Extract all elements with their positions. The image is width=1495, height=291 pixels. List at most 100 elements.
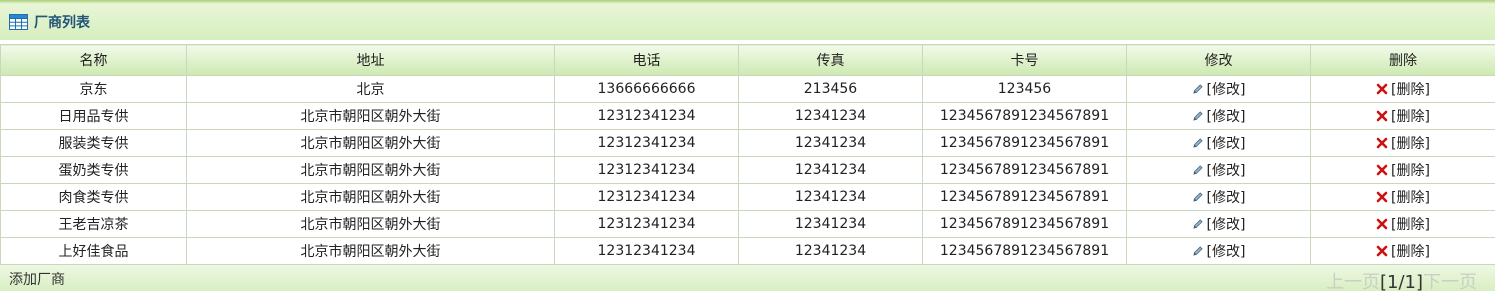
delete-x-icon bbox=[1376, 137, 1388, 149]
cell-card: 1234567891234567891 bbox=[922, 156, 1127, 184]
cell-phone: 12312341234 bbox=[554, 129, 739, 157]
delete-button[interactable]: [删除] bbox=[1376, 160, 1430, 180]
cell-card: 1234567891234567891 bbox=[922, 102, 1127, 130]
cell-card: 123456 bbox=[922, 75, 1127, 103]
cell-edit: [修改] bbox=[1126, 75, 1311, 103]
page-indicator: [1/1] bbox=[1379, 272, 1423, 291]
pencil-icon bbox=[1192, 245, 1204, 257]
edit-label: [修改] bbox=[1206, 244, 1246, 260]
pencil-icon bbox=[1192, 110, 1204, 122]
edit-label: [修改] bbox=[1206, 190, 1246, 206]
cell-edit: [修改] bbox=[1126, 237, 1311, 265]
edit-label: [修改] bbox=[1206, 217, 1246, 233]
vendor-table: 名称 地址 电话 传真 卡号 修改 删除 京东 北京 13666666666 2134… bbox=[0, 44, 1495, 265]
cell-phone: 13666666666 bbox=[554, 75, 739, 103]
cell-name: 王老吉凉茶 bbox=[0, 210, 187, 238]
cell-phone: 12312341234 bbox=[554, 210, 739, 238]
cell-address: 北京市朝阳区朝外大街 bbox=[186, 183, 555, 211]
cell-delete: [删除] bbox=[1310, 183, 1495, 211]
cell-delete: [删除] bbox=[1310, 75, 1495, 103]
cell-delete: [删除] bbox=[1310, 156, 1495, 184]
delete-button[interactable]: [删除] bbox=[1376, 133, 1430, 153]
table-footer: 添加厂商 上一页 [1/1] 下一页 bbox=[0, 265, 1495, 291]
cell-fax: 12341234 bbox=[738, 129, 923, 157]
delete-button[interactable]: [删除] bbox=[1376, 214, 1430, 234]
cell-fax: 12341234 bbox=[738, 156, 923, 184]
column-header-name: 名称 bbox=[0, 44, 187, 76]
cell-name: 肉食类专供 bbox=[0, 183, 187, 211]
cell-name: 上好佳食品 bbox=[0, 237, 187, 265]
cell-fax: 12341234 bbox=[738, 210, 923, 238]
cell-phone: 12312341234 bbox=[554, 237, 739, 265]
cell-edit: [修改] bbox=[1126, 183, 1311, 211]
add-vendor-link[interactable]: 添加厂商 bbox=[9, 269, 65, 289]
table-row: 上好佳食品 北京市朝阳区朝外大街 12312341234 12341234 123456… bbox=[0, 237, 1495, 265]
delete-button[interactable]: [删除] bbox=[1376, 79, 1430, 99]
edit-button[interactable]: [修改] bbox=[1192, 214, 1246, 234]
cell-phone: 12312341234 bbox=[554, 102, 739, 130]
pencil-icon bbox=[1192, 137, 1204, 149]
edit-label: [修改] bbox=[1206, 163, 1246, 179]
delete-x-icon bbox=[1376, 218, 1388, 230]
panel-title: 厂商列表 bbox=[34, 15, 90, 31]
delete-button[interactable]: [删除] bbox=[1376, 241, 1430, 261]
table-icon bbox=[9, 14, 28, 30]
cell-edit: [修改] bbox=[1126, 210, 1311, 238]
cell-address: 北京市朝阳区朝外大街 bbox=[186, 102, 555, 130]
next-page-link[interactable]: 下一页 bbox=[1423, 274, 1477, 291]
delete-button[interactable]: [删除] bbox=[1376, 187, 1430, 207]
delete-button[interactable]: [删除] bbox=[1376, 106, 1430, 126]
edit-button[interactable]: [修改] bbox=[1192, 79, 1246, 99]
cell-name: 京东 bbox=[0, 75, 187, 103]
cell-phone: 12312341234 bbox=[554, 183, 739, 211]
cell-name: 日用品专供 bbox=[0, 102, 187, 130]
pencil-icon bbox=[1192, 218, 1204, 230]
pencil-icon bbox=[1192, 191, 1204, 203]
column-header-phone: 电话 bbox=[554, 44, 739, 76]
cell-edit: [修改] bbox=[1126, 156, 1311, 184]
edit-button[interactable]: [修改] bbox=[1192, 160, 1246, 180]
cell-fax: 12341234 bbox=[738, 237, 923, 265]
cell-card: 1234567891234567891 bbox=[922, 183, 1127, 211]
delete-label: [删除] bbox=[1391, 136, 1430, 152]
cell-fax: 213456 bbox=[738, 75, 923, 103]
table-row: 日用品专供 北京市朝阳区朝外大街 12312341234 12341234 123456… bbox=[0, 102, 1495, 130]
delete-x-icon bbox=[1376, 110, 1388, 122]
prev-page-link[interactable]: 上一页 bbox=[1326, 274, 1380, 291]
cell-fax: 12341234 bbox=[738, 183, 923, 211]
cell-address: 北京市朝阳区朝外大街 bbox=[186, 129, 555, 157]
edit-label: [修改] bbox=[1206, 82, 1246, 98]
edit-button[interactable]: [修改] bbox=[1192, 106, 1246, 126]
table-row: 京东 北京 13666666666 213456 123456 [修改] [删除] bbox=[0, 75, 1495, 103]
table-row: 蛋奶类专供 北京市朝阳区朝外大街 12312341234 12341234 123456… bbox=[0, 156, 1495, 184]
edit-button[interactable]: [修改] bbox=[1192, 187, 1246, 207]
delete-x-icon bbox=[1376, 245, 1388, 257]
column-header-fax: 传真 bbox=[738, 44, 923, 76]
cell-address: 北京 bbox=[186, 75, 555, 103]
cell-card: 1234567891234567891 bbox=[922, 210, 1127, 238]
cell-delete: [删除] bbox=[1310, 129, 1495, 157]
column-header-edit: 修改 bbox=[1126, 44, 1311, 76]
column-header-card: 卡号 bbox=[922, 44, 1127, 76]
panel-header: 厂商列表 bbox=[0, 4, 1495, 40]
delete-x-icon bbox=[1376, 191, 1388, 203]
cell-delete: [删除] bbox=[1310, 210, 1495, 238]
cell-phone: 12312341234 bbox=[554, 156, 739, 184]
delete-x-icon bbox=[1376, 83, 1388, 95]
table-row: 王老吉凉茶 北京市朝阳区朝外大街 12312341234 12341234 123456… bbox=[0, 210, 1495, 238]
delete-label: [删除] bbox=[1391, 82, 1430, 98]
edit-button[interactable]: [修改] bbox=[1192, 133, 1245, 153]
cell-address: 北京市朝阳区朝外大街 bbox=[186, 210, 555, 238]
delete-label: [删除] bbox=[1391, 190, 1430, 206]
delete-label: [删除] bbox=[1391, 244, 1430, 260]
cell-edit: [修改] bbox=[1126, 102, 1311, 130]
delete-label: [删除] bbox=[1391, 109, 1430, 125]
edit-button[interactable]: [修改] bbox=[1192, 241, 1246, 261]
pencil-icon bbox=[1192, 83, 1204, 95]
pencil-icon bbox=[1192, 164, 1204, 176]
pagination: 上一页 [1/1] 下一页 bbox=[1326, 265, 1477, 291]
delete-label: [删除] bbox=[1391, 217, 1430, 233]
column-header-address: 地址 bbox=[186, 44, 555, 76]
edit-label: [修改] bbox=[1206, 109, 1246, 125]
column-header-delete: 删除 bbox=[1310, 44, 1495, 76]
